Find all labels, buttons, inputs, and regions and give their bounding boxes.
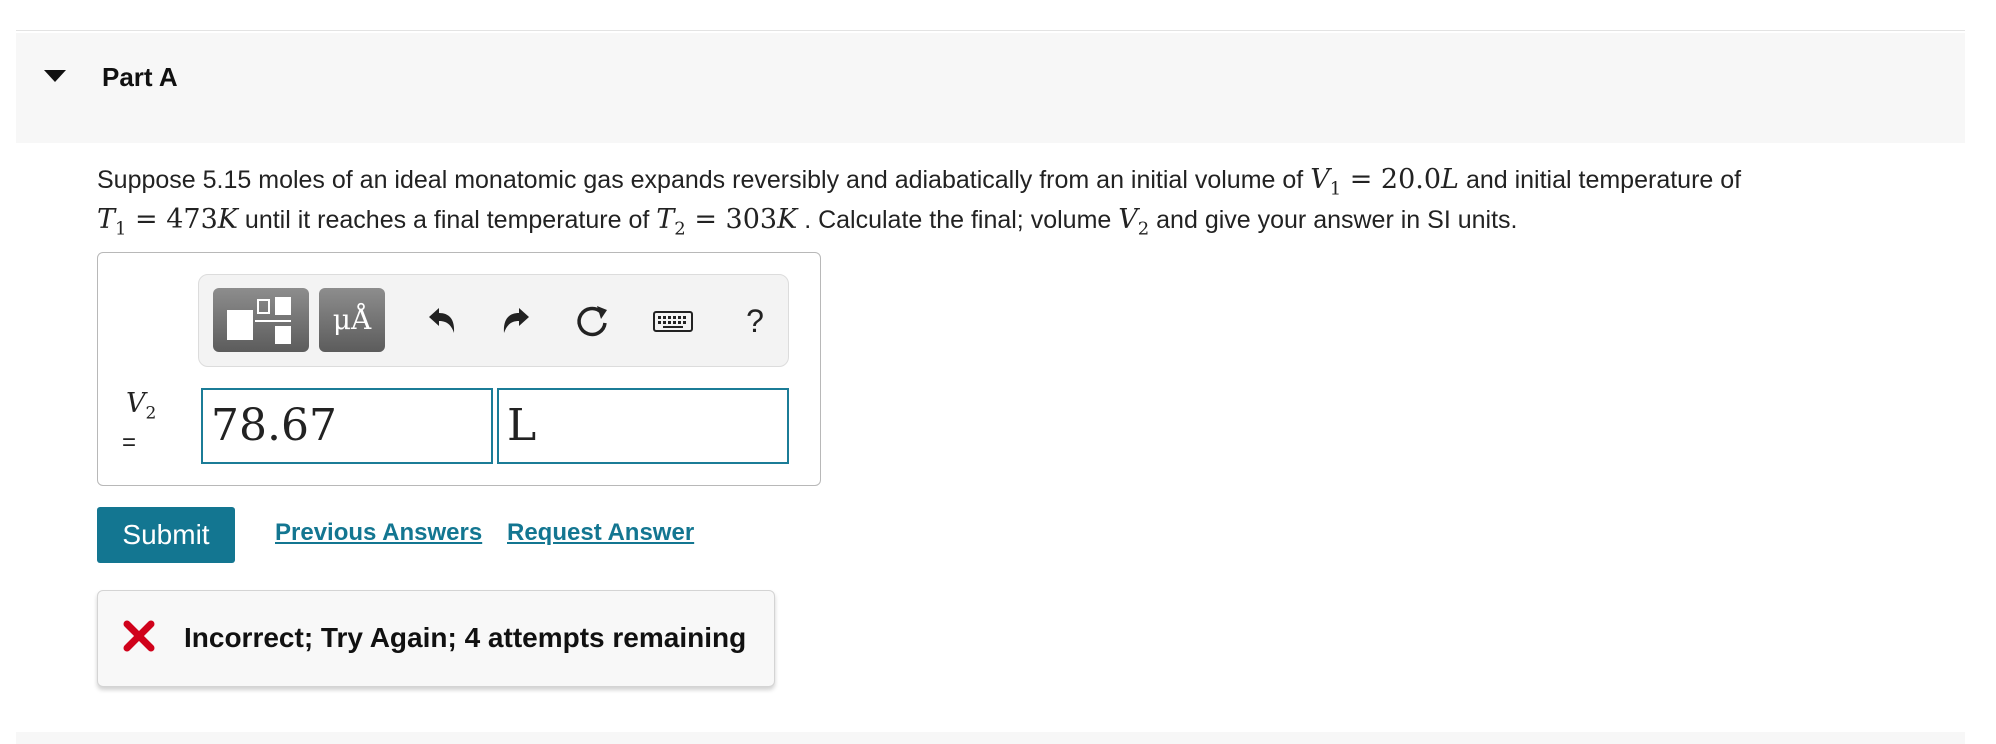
collapse-caret-icon[interactable] [44, 70, 66, 82]
undo-icon[interactable] [421, 301, 461, 341]
math-toolbar: μÅ ? [198, 274, 789, 367]
answer-box: μÅ ? V2 = 78.67 L [97, 252, 821, 486]
previous-answers-link[interactable]: Previous Answers [275, 519, 482, 547]
question-text-segment: and give your answer in SI units. [1156, 206, 1518, 235]
part-title: Part A [102, 62, 178, 92]
units-button[interactable]: μÅ [319, 288, 385, 352]
request-answer-link[interactable]: Request Answer [507, 519, 694, 547]
question-text-segment: . Calculate the final; volume [804, 206, 1112, 235]
part-header[interactable]: Part A [16, 33, 1965, 143]
feedback-message: Incorrect; Try Again; 4 attempts remaini… [184, 622, 747, 653]
question-text-segment: until it reaches a final temperature of [244, 206, 650, 235]
question-text: Suppose 5.15 moles of an ideal monatomic… [97, 164, 1957, 245]
v2-expression: V2 [1118, 204, 1150, 240]
answer-symbol: V2 [126, 388, 157, 424]
incorrect-x-icon [121, 618, 157, 654]
t1-expression: T1 = 473K [97, 204, 238, 240]
feedback-box: Incorrect; Try Again; 4 attempts remaini… [97, 590, 775, 687]
reset-icon[interactable] [573, 301, 613, 341]
t2-expression: T2 = 303K [656, 204, 798, 240]
question-text-segment: and initial temperature of [1465, 166, 1742, 194]
templates-button[interactable] [213, 288, 309, 352]
question-text-segment: Suppose 5.15 moles of an ideal monatomic… [97, 166, 1304, 194]
top-divider [16, 30, 1965, 31]
v1-expression: V1 = 20.0L [1310, 164, 1459, 200]
help-icon[interactable]: ? [735, 301, 775, 341]
keyboard-icon[interactable] [651, 301, 695, 341]
answer-equals: = [122, 429, 137, 456]
answer-unit-input[interactable]: L [497, 388, 789, 464]
redo-icon[interactable] [497, 301, 537, 341]
next-part-band [16, 732, 1965, 744]
answer-value-input[interactable]: 78.67 [201, 388, 493, 464]
submit-button[interactable]: Submit [97, 507, 235, 563]
